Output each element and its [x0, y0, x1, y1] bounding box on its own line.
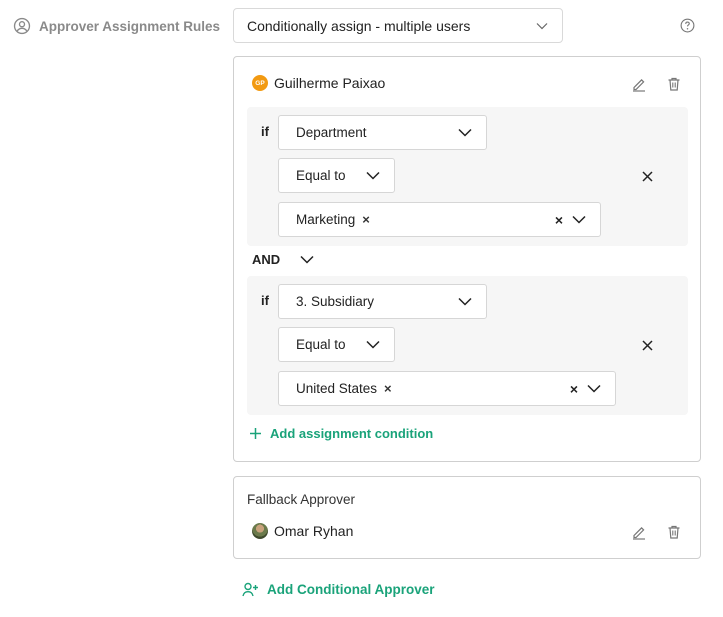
approver-rules-label-text: Approver Assignment Rules	[39, 18, 221, 34]
delete-approver-button[interactable]	[666, 76, 682, 92]
plus-icon	[250, 428, 261, 439]
condition-field-select[interactable]: 3. Subsidiary	[278, 284, 487, 319]
if-label: if	[261, 293, 269, 308]
user-circle-icon	[13, 17, 31, 35]
conditional-approver-card: GP Guilherme Paixao if Department Equal …	[233, 56, 701, 462]
add-user-icon	[242, 582, 258, 597]
condition-operator-select[interactable]: Equal to	[278, 158, 395, 193]
add-assignment-condition-link[interactable]: Add assignment condition	[249, 426, 433, 441]
chevron-down-icon	[572, 215, 586, 224]
clear-value-icon[interactable]: ×	[555, 212, 563, 228]
value-chip: Marketing ×	[296, 212, 555, 227]
edit-fallback-button[interactable]	[631, 524, 647, 540]
fallback-title: Fallback Approver	[247, 492, 356, 507]
remove-condition-icon[interactable]	[642, 340, 653, 351]
condition-field-value: Department	[296, 125, 367, 140]
chevron-down-icon	[300, 255, 314, 264]
trash-icon	[668, 77, 680, 91]
fallback-approver-card: Fallback Approver Omar Ryhan	[233, 476, 701, 559]
chevron-down-icon	[366, 340, 380, 349]
assignment-mode-value: Conditionally assign - multiple users	[247, 17, 471, 34]
condition-field-select[interactable]: Department	[278, 115, 487, 150]
fallback-approver-row: Omar Ryhan	[252, 523, 353, 539]
pencil-icon	[633, 527, 645, 540]
condition-operator-value: Equal to	[296, 168, 346, 183]
condition-value-select[interactable]: Marketing × ×	[278, 202, 601, 237]
delete-fallback-button[interactable]	[666, 524, 682, 540]
remove-chip-icon[interactable]: ×	[384, 381, 392, 396]
chevron-down-icon	[458, 128, 472, 137]
condition-operator-value: Equal to	[296, 337, 346, 352]
avatar	[252, 523, 268, 539]
help-circle-icon[interactable]	[680, 18, 695, 33]
avatar-initials: GP	[255, 79, 265, 87]
add-conditional-approver-label: Add Conditional Approver	[267, 582, 435, 597]
condition-joiner-select[interactable]: AND	[252, 252, 314, 267]
add-conditional-approver-button[interactable]: Add Conditional Approver	[242, 582, 435, 597]
add-assignment-condition-label: Add assignment condition	[270, 426, 434, 441]
condition-block: if 3. Subsidiary Equal to United States …	[247, 276, 688, 415]
fallback-approver-name: Omar Ryhan	[274, 523, 354, 539]
remove-condition-icon[interactable]	[642, 171, 653, 182]
if-label: if	[261, 124, 269, 139]
approver-name: Guilherme Paixao	[274, 75, 386, 91]
joiner-value: AND	[252, 252, 281, 267]
avatar: GP	[252, 75, 268, 91]
remove-chip-icon[interactable]: ×	[362, 212, 370, 227]
trash-icon	[668, 525, 680, 539]
chevron-down-icon	[587, 384, 601, 393]
clear-value-icon[interactable]: ×	[570, 381, 578, 397]
assignment-mode-select[interactable]: Conditionally assign - multiple users	[233, 8, 563, 43]
pencil-icon	[633, 79, 645, 92]
value-chip-label: United States	[296, 381, 378, 396]
chevron-down-icon	[536, 22, 548, 29]
value-chip-label: Marketing	[296, 212, 356, 227]
value-chip: United States ×	[296, 381, 570, 396]
chevron-down-icon	[458, 297, 472, 306]
edit-approver-button[interactable]	[631, 76, 647, 92]
approver-header: GP Guilherme Paixao	[252, 75, 385, 91]
condition-block: if Department Equal to Marketing × ×	[247, 107, 688, 246]
chevron-down-icon	[366, 171, 380, 180]
condition-field-value: 3. Subsidiary	[296, 294, 375, 309]
approver-rules-label: Approver Assignment Rules	[13, 16, 220, 36]
condition-operator-select[interactable]: Equal to	[278, 327, 395, 362]
condition-value-select[interactable]: United States × ×	[278, 371, 616, 406]
